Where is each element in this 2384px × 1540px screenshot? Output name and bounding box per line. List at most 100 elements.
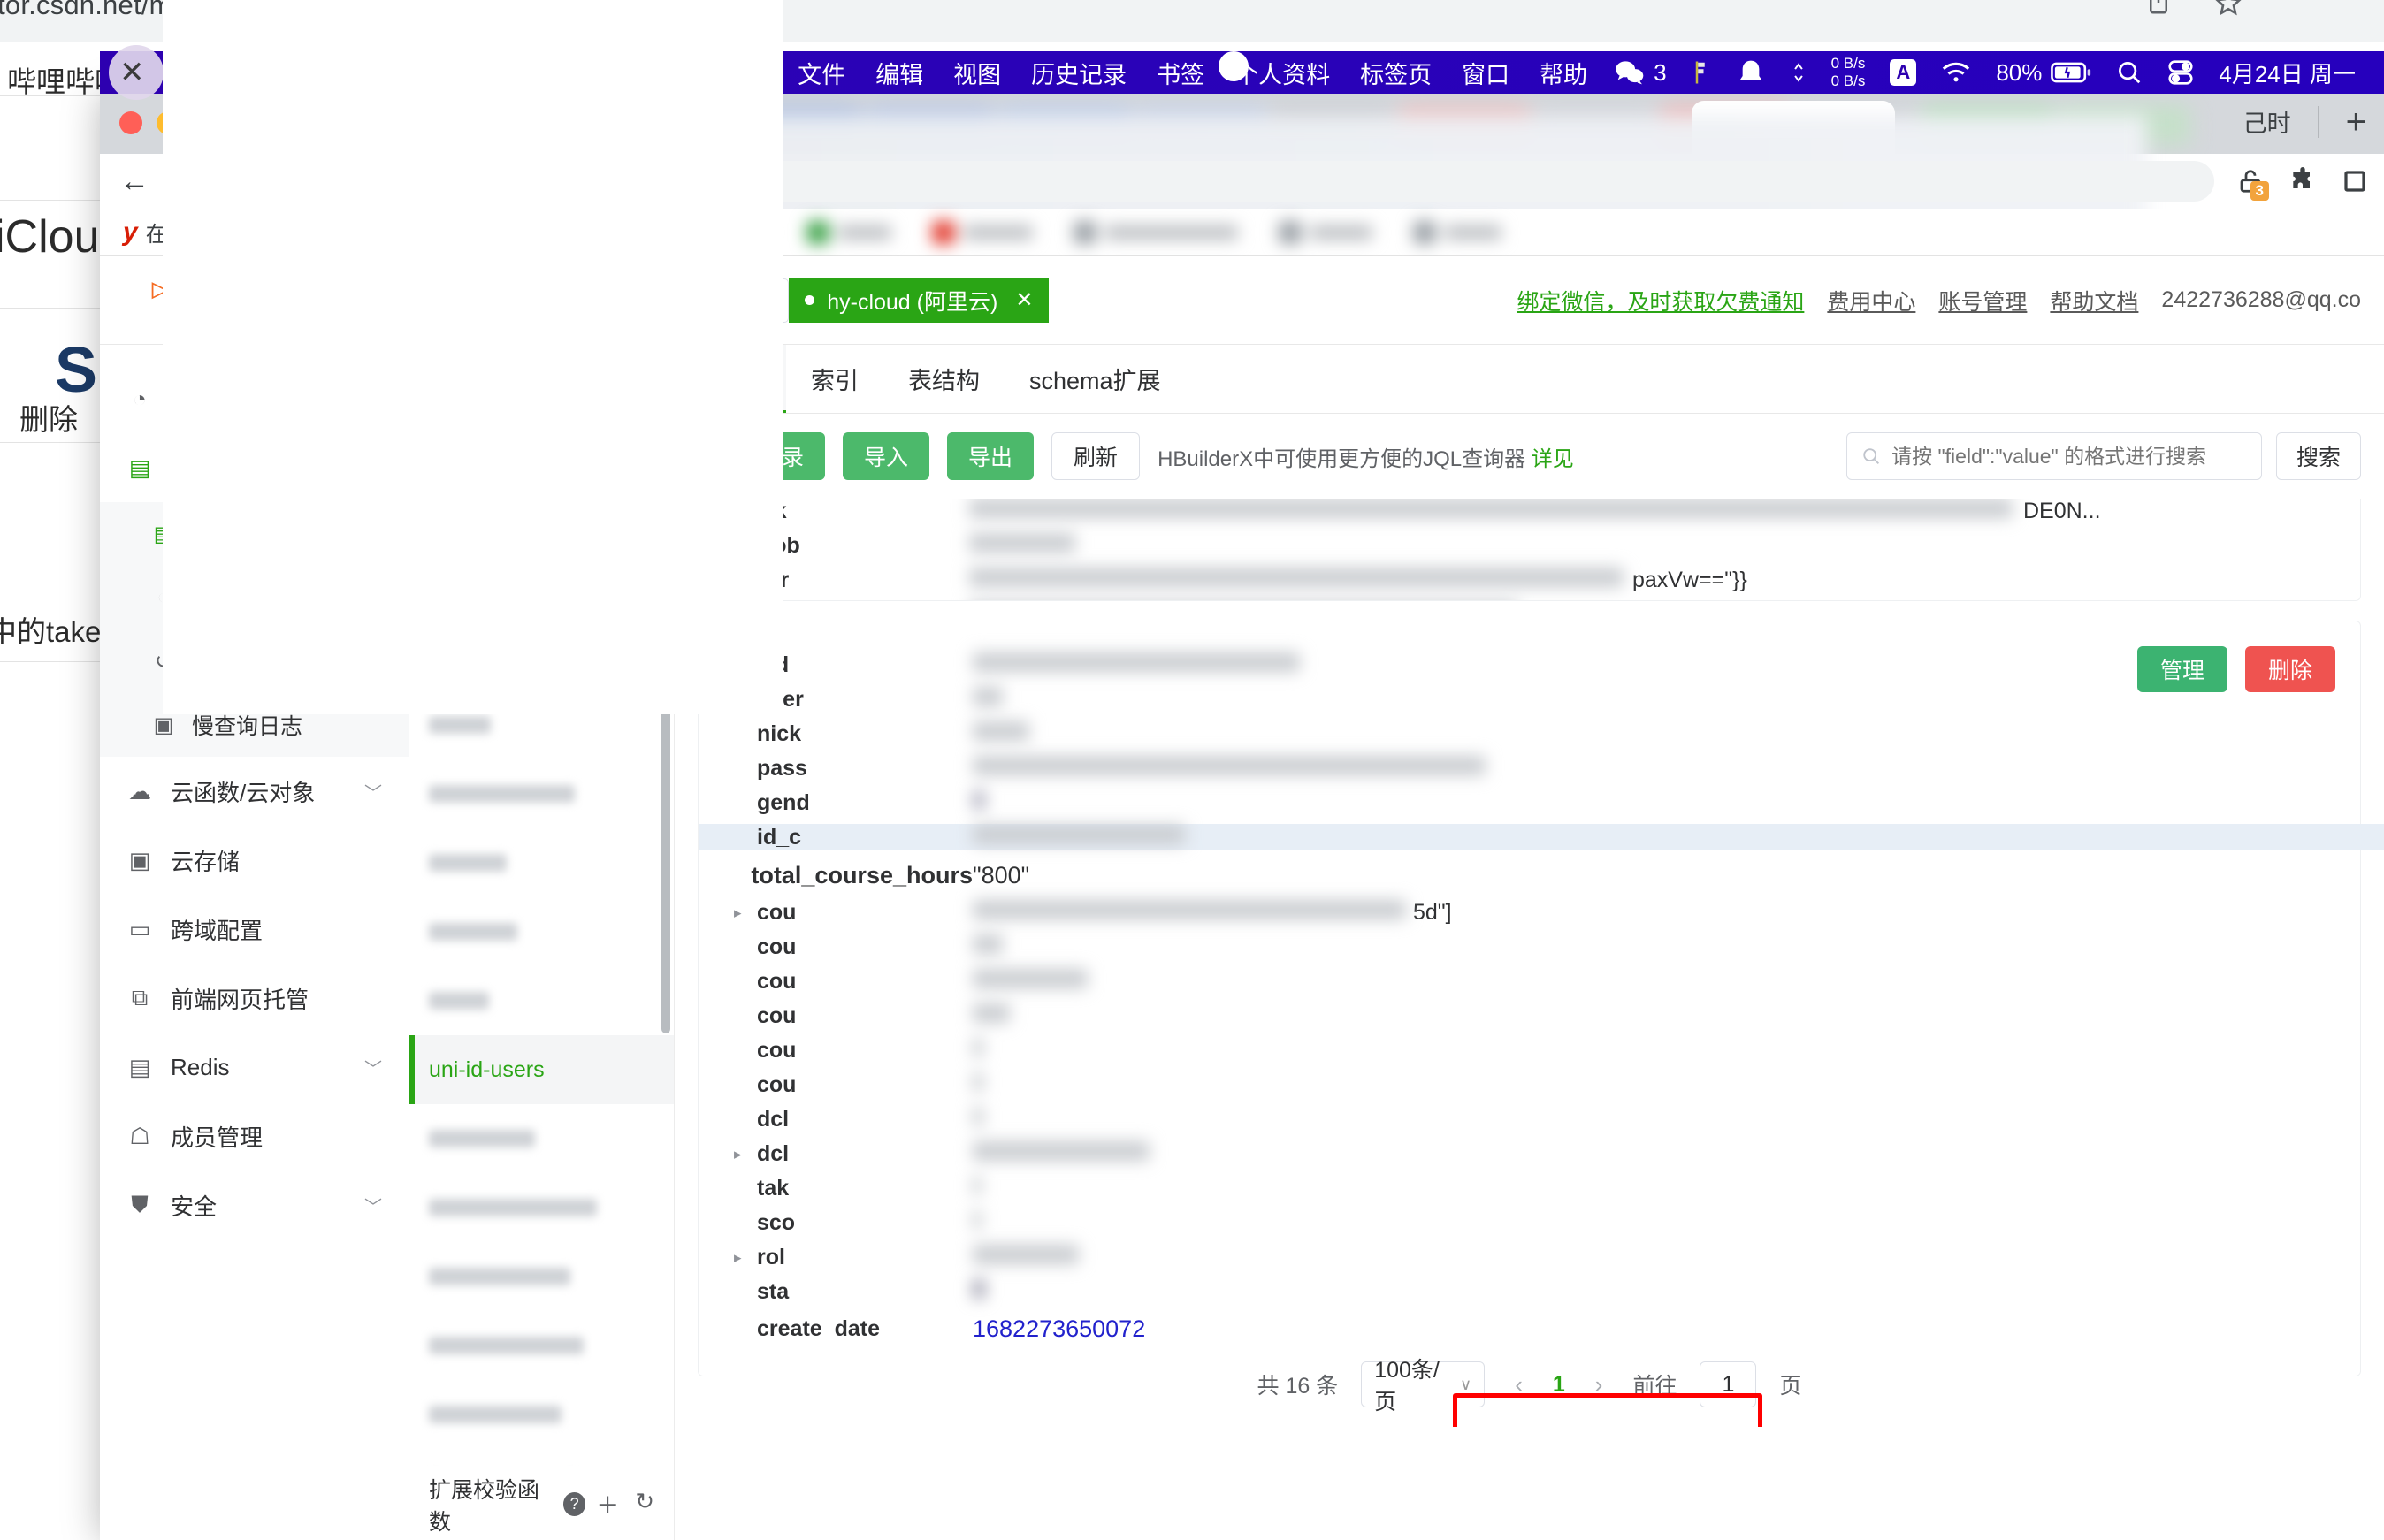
table-list-item[interactable] (409, 1311, 674, 1380)
record-field-row[interactable]: cou (734, 964, 2360, 999)
wifi-status-icon[interactable] (1929, 60, 1983, 85)
refresh-icon[interactable]: ↻ (635, 1488, 654, 1521)
table-list-item[interactable] (409, 1380, 674, 1449)
battery-status[interactable]: 80% (1983, 59, 2104, 87)
record-field-row-highlighted[interactable]: id_c (699, 820, 2384, 855)
record-field-row[interactable]: dcl (734, 1102, 2360, 1137)
extended-validation-label: 扩展校验函数 (429, 1477, 540, 1535)
record-field-row[interactable]: ▸ cou 5d"] (734, 896, 2360, 930)
expand-triangle-icon[interactable]: ▸ (734, 1146, 748, 1163)
record-field-row[interactable]: sco (734, 1206, 2360, 1240)
menu-item-file[interactable]: 文件 (783, 56, 860, 90)
record-field-row[interactable]: cou (734, 1033, 2360, 1068)
current-page-number[interactable]: 1 (1553, 1372, 1565, 1398)
record-field-row[interactable]: ▸tok DE0N... (730, 499, 2360, 529)
menu-item-edit[interactable]: 编辑 (860, 56, 938, 90)
cors-icon: ▭ (128, 915, 151, 942)
close-icon[interactable]: ✕ (1015, 287, 1033, 313)
account-email[interactable]: 2422736288@qq.co (2161, 287, 2361, 313)
menu-item-tabs[interactable]: 标签页 (1345, 56, 1447, 90)
table-list-item[interactable] (409, 966, 674, 1035)
clock-datetime[interactable]: 4月24日 周一 (2206, 57, 2368, 89)
sidebar-item-cloudfunction[interactable]: ☁ 云函数/云对象 ﹀ (100, 757, 409, 826)
sidepanel-icon[interactable] (2342, 168, 2368, 194)
refresh-button[interactable]: 刷新 (1051, 432, 1141, 480)
apple-menu-icon[interactable]: ✕ (109, 45, 164, 100)
account-management-link[interactable]: 账号管理 (1938, 285, 2027, 316)
next-page-button[interactable]: › (1588, 1371, 1610, 1399)
sidebar-item-redis[interactable]: ▤ Redis ﹀ (100, 1033, 409, 1102)
table-list-item[interactable] (409, 1242, 674, 1311)
wifi-icon (1943, 62, 1970, 82)
sidebar-item-security[interactable]: ⛊ 安全 ﹀ (100, 1170, 409, 1239)
extensions-puzzle-icon[interactable] (2288, 167, 2317, 195)
spotlight-search-icon[interactable] (2104, 59, 2155, 86)
help-docs-link[interactable]: 帮助文档 (2050, 285, 2138, 316)
goto-page-input[interactable]: 1 (1700, 1361, 1757, 1407)
add-icon[interactable]: ＋ (596, 1488, 619, 1521)
active-service-space-tab[interactable]: hy-cloud (阿里云) ✕ (789, 278, 1050, 323)
record-field-row[interactable]: cou (734, 999, 2360, 1033)
billing-center-link[interactable]: 费用中心 (1827, 285, 1915, 316)
sidebar-item-members-label: 成员管理 (171, 1124, 264, 1151)
search-input[interactable] (1891, 444, 2247, 469)
record-field-row[interactable]: cou (734, 930, 2360, 964)
search-button[interactable]: 搜索 (2275, 432, 2361, 480)
record-field-row[interactable]: nick (734, 717, 2360, 751)
new-tab-button[interactable]: + (2346, 104, 2366, 140)
import-button[interactable]: 导入 (843, 432, 930, 480)
page-size-select[interactable]: 100条/页 ∨ (1361, 1358, 1486, 1414)
record-field-row[interactable]: tak (734, 1171, 2360, 1206)
record-field-row[interactable]: _id (734, 648, 2360, 682)
prev-page-button[interactable]: ‹ (1508, 1371, 1530, 1399)
notification-status-icon[interactable] (1723, 58, 1778, 87)
table-list-item[interactable] (409, 759, 674, 828)
record-field-row[interactable]: ▸ rol (734, 1240, 2360, 1275)
record-field-row[interactable]: cou (734, 1068, 2360, 1102)
back-button[interactable]: ← (116, 164, 153, 199)
tab-schema-extension[interactable]: schema扩展 (1005, 345, 1186, 413)
wechat-status-item[interactable]: 3 (1602, 59, 1678, 87)
record-field-row[interactable]: ▸thir paxVw=="}} (730, 563, 2360, 598)
bind-wechat-link[interactable]: 绑定微信，及时获取欠费通知 (1517, 285, 1804, 316)
menu-item-chrome[interactable]: Chrome (162, 0, 783, 714)
chevron-down-icon: ﹀ (364, 1059, 382, 1079)
record-field-row[interactable]: mob (730, 529, 2360, 563)
control-center-icon[interactable] (2155, 59, 2206, 86)
record-field-row[interactable]: sta (734, 1275, 2360, 1309)
menu-item-window[interactable]: 窗口 (1447, 56, 1524, 90)
record-field-row[interactable]: gend (734, 786, 2360, 820)
sidebar-item-cloudstorage[interactable]: ▣ 云存储 (100, 826, 409, 895)
table-list-item[interactable] (409, 1449, 674, 1466)
input-method-status[interactable]: A (1877, 59, 1929, 86)
sidebar-item-cors[interactable]: ▭ 跨域配置 (100, 895, 409, 964)
export-button[interactable]: 导出 (947, 432, 1035, 480)
menu-item-help[interactable]: 帮助 (1524, 56, 1602, 90)
record-field-row[interactable]: ▸ dcl (734, 1137, 2360, 1171)
table-list-item-uni-id-users[interactable]: uni-id-users (409, 1035, 674, 1104)
control-center-icon-glyph (2168, 60, 2193, 85)
record-field-row[interactable]: user (734, 682, 2360, 717)
table-list-item[interactable] (409, 1173, 674, 1242)
network-arrows-icon[interactable] (1778, 57, 1819, 88)
record-field-row-total-course-hours[interactable]: total_course_hours "800" (734, 855, 2360, 896)
sidebar-item-hosting[interactable]: ⧉ 前端网页托管 (100, 964, 409, 1033)
sidebar-item-members[interactable]: ☖ 成员管理 (100, 1102, 409, 1170)
help-icon[interactable]: ? (562, 1492, 586, 1516)
table-list-item[interactable] (409, 828, 674, 897)
close-window-button[interactable] (119, 111, 142, 134)
expand-triangle-icon[interactable]: ▸ (734, 1249, 748, 1267)
search-box[interactable] (1845, 432, 2262, 480)
jql-hint-link[interactable]: 详见 (1532, 447, 1574, 471)
tab-index[interactable]: 索引 (786, 345, 883, 413)
record-field-row[interactable]: ▸wx_ (730, 598, 2360, 600)
flag-icon (1695, 61, 1705, 84)
record-field-row[interactable]: pass (734, 751, 2360, 786)
table-list-item[interactable] (409, 1104, 674, 1173)
tab-schema[interactable]: 表结构 (883, 345, 1005, 413)
flag-status-icon[interactable] (1679, 59, 1723, 86)
menu-item-history[interactable]: 历史记录 (1016, 56, 1142, 90)
menu-item-view[interactable]: 视图 (938, 56, 1016, 90)
expand-triangle-icon[interactable]: ▸ (734, 904, 748, 922)
table-list-item[interactable] (409, 897, 674, 966)
